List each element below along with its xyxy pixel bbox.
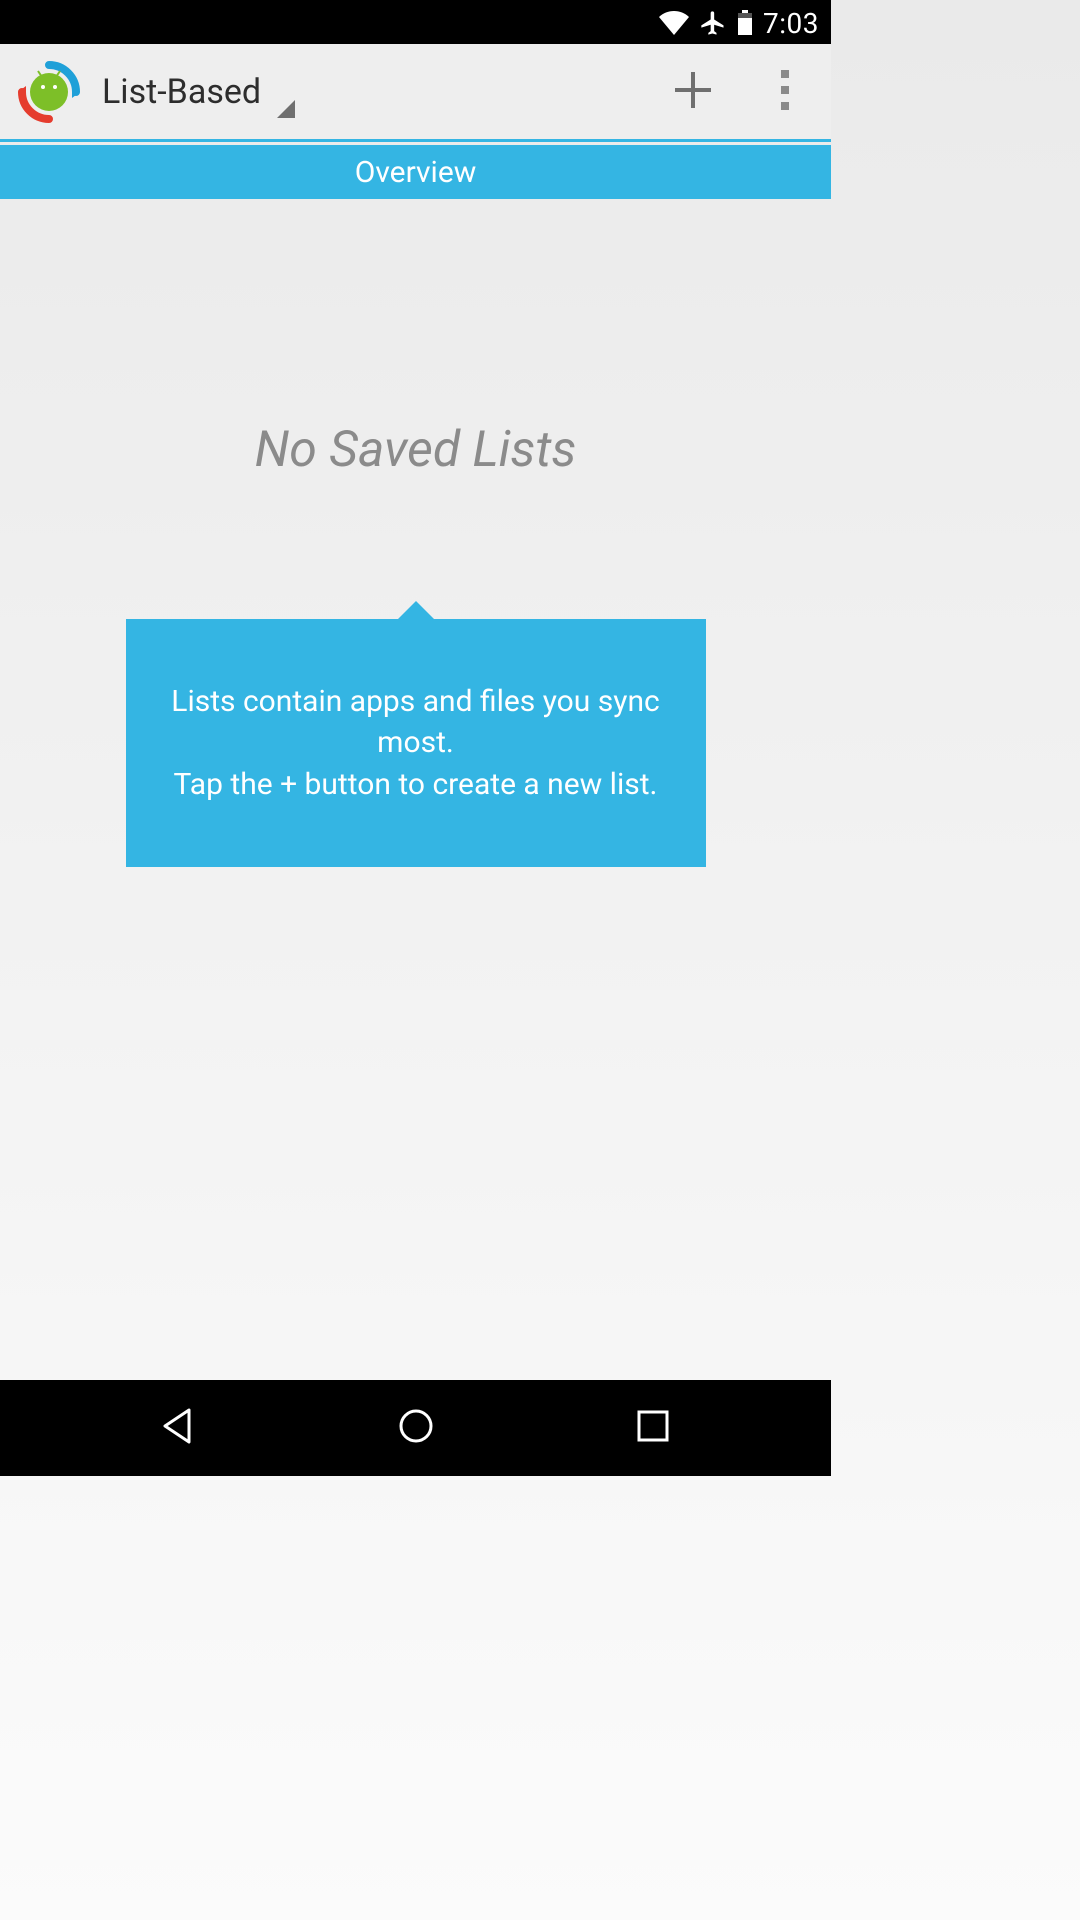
empty-state-title: No Saved Lists: [255, 421, 577, 479]
home-button[interactable]: [366, 1378, 466, 1478]
tooltip-arrow-icon: [398, 601, 434, 619]
clock: 7:03: [763, 7, 819, 40]
mode-spinner[interactable]: List-Based: [102, 72, 295, 112]
hint-text: Lists contain apps and files you sync mo…: [126, 619, 706, 867]
hint-tooltip: Lists contain apps and files you sync mo…: [126, 619, 706, 867]
content-area: No Saved Lists Lists contain apps and fi…: [0, 199, 831, 1380]
tab-bar: Overview: [0, 145, 831, 199]
tab-overview[interactable]: Overview: [355, 155, 477, 190]
plus-icon: [669, 66, 717, 118]
recent-apps-icon: [635, 1408, 671, 1448]
back-icon: [159, 1406, 199, 1450]
navigation-bar: [0, 1380, 831, 1476]
more-vert-icon: [780, 70, 790, 114]
status-bar: 7:03: [0, 2, 831, 44]
action-bar: List-Based: [0, 44, 831, 142]
app-logo-icon[interactable]: [18, 61, 80, 123]
back-button[interactable]: [129, 1378, 229, 1478]
spinner-arrow-icon: [271, 94, 295, 122]
airplane-mode-icon: [699, 9, 727, 37]
overflow-menu-button[interactable]: [739, 43, 831, 141]
recent-apps-button[interactable]: [603, 1378, 703, 1478]
home-icon: [396, 1406, 436, 1450]
battery-icon: [737, 10, 753, 36]
mode-spinner-label: List-Based: [102, 72, 261, 112]
wifi-icon: [659, 11, 689, 35]
add-button[interactable]: [647, 43, 739, 141]
